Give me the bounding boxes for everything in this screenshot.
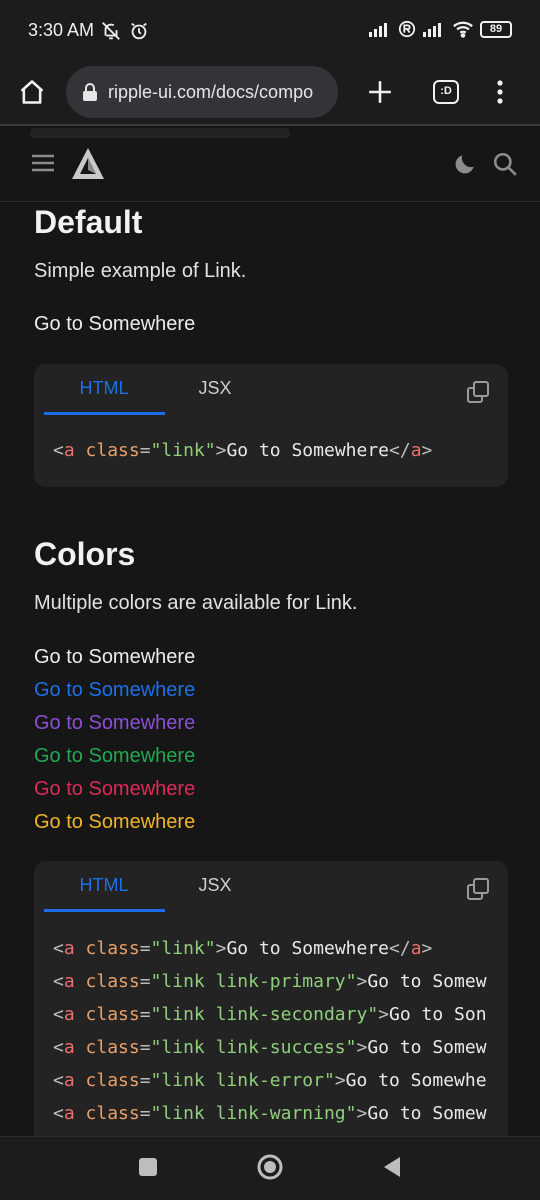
active-tab-indicator — [44, 412, 165, 415]
copy-icon — [467, 381, 489, 403]
section-heading-colors: Colors — [34, 536, 136, 572]
browser-toolbar: ripple-ui.com/docs/compo :D — [0, 62, 540, 124]
lock-icon — [83, 83, 97, 101]
circle-icon — [257, 1154, 283, 1180]
copy-button[interactable] — [466, 877, 490, 906]
registered-icon — [398, 20, 416, 38]
example-link-color[interactable]: Go to Somewhere — [34, 641, 195, 674]
search-icon — [493, 152, 517, 176]
code-class-value: link link-primary — [161, 971, 346, 992]
code-line: <a class="link link-secondary">Go to Son — [53, 1004, 487, 1025]
code-block-colors: HTML JSX <a class="link">Go to Somewhere… — [34, 861, 508, 1151]
code-text: Go to Somewhere — [226, 938, 390, 959]
browser-menu-button[interactable] — [480, 72, 520, 112]
code-text: Go to Somew — [367, 1103, 487, 1124]
code-block-default: HTML JSX <a class="link">Go to Somewhere… — [34, 364, 508, 487]
code-line: <a class="link">Go to Somewhere</a> — [53, 938, 433, 959]
ripple-logo-icon — [72, 148, 104, 179]
section-description-colors: Multiple colors are available for Link. — [34, 592, 358, 614]
tab-html[interactable]: HTML — [44, 378, 164, 399]
code-line: <a class="link link-warning">Go to Somew — [53, 1103, 487, 1124]
signal-icon-2 — [423, 23, 441, 37]
muted-bell-icon — [102, 22, 120, 40]
active-tab-indicator — [44, 909, 165, 912]
tabs-count: :D — [433, 80, 459, 104]
more-vertical-icon — [497, 80, 503, 104]
theme-toggle-button[interactable] — [452, 151, 478, 182]
copy-icon — [467, 878, 489, 900]
code-text: Go to Somewhe — [345, 1070, 487, 1091]
menu-button[interactable] — [30, 152, 56, 179]
code-text: Go to Somewhere — [226, 440, 390, 461]
code-class-value: link link-success — [161, 1037, 346, 1058]
status-right-icons: 89 — [368, 20, 512, 38]
back-button[interactable] — [382, 1155, 402, 1184]
code-class-value: link link-warning — [161, 1103, 346, 1124]
example-link-color[interactable]: Go to Somewhere — [34, 707, 195, 740]
code-line: <a class="link">Go to Somewhere</a> — [53, 440, 433, 461]
new-tab-button[interactable] — [360, 72, 400, 112]
alarm-icon — [131, 22, 147, 40]
code-class-value: link link-error — [161, 1070, 324, 1091]
status-left-icons — [100, 20, 150, 42]
tabs-button[interactable]: :D — [426, 72, 466, 112]
code-line: <a class="link link-primary">Go to Somew — [53, 971, 487, 992]
url-text: ripple-ui.com/docs/compo — [108, 81, 314, 102]
example-link-color[interactable]: Go to Somewhere — [34, 674, 195, 707]
square-icon — [139, 1158, 157, 1176]
search-button[interactable] — [492, 151, 518, 182]
url-bar[interactable]: ripple-ui.com/docs/compo — [66, 66, 338, 118]
example-link-color[interactable]: Go to Somewhere — [34, 773, 195, 806]
recents-button[interactable] — [138, 1157, 158, 1182]
color-links-list: Go to Somewhere Go to Somewhere Go to Some… — [34, 641, 195, 839]
code-text: Go to Son — [389, 1004, 487, 1025]
example-link-color[interactable]: Go to Somewhere — [34, 740, 195, 773]
example-link-color[interactable]: Go to Somewhere — [34, 806, 195, 839]
code-line: <a class="link link-error">Go to Somewhe — [53, 1070, 487, 1091]
hamburger-icon — [32, 154, 54, 172]
code-text: Go to Somew — [367, 971, 487, 992]
code-class-value: link link-secondary — [161, 1004, 368, 1025]
copy-button[interactable] — [466, 380, 490, 409]
wifi-icon — [453, 21, 473, 38]
code-class-value: link — [161, 938, 205, 959]
plus-icon — [369, 81, 391, 103]
tab-jsx[interactable]: JSX — [155, 875, 275, 896]
code-line: <a class="link link-success">Go to Somew — [53, 1037, 487, 1058]
code-class-value: link — [161, 440, 205, 461]
status-bar: 3:30 AM 89 — [0, 0, 540, 62]
section-heading-default: Default — [34, 204, 143, 240]
section-description-default: Simple example of Link. — [34, 260, 247, 282]
tab-jsx[interactable]: JSX — [155, 378, 275, 399]
site-header — [0, 126, 540, 202]
site-logo[interactable] — [70, 146, 106, 187]
home-button[interactable] — [12, 72, 52, 112]
tab-html[interactable]: HTML — [44, 875, 164, 896]
code-text: Go to Somew — [367, 1037, 487, 1058]
home-nav-button[interactable] — [256, 1153, 284, 1186]
home-icon — [20, 80, 44, 104]
moon-icon — [455, 155, 474, 174]
example-link-default[interactable]: Go to Somewhere — [34, 313, 195, 336]
status-time: 3:30 AM — [28, 20, 95, 40]
system-nav-bar — [0, 1136, 540, 1200]
battery-icon: 89 — [480, 20, 512, 38]
scrolled-content-fade — [30, 128, 290, 138]
back-triangle-icon — [384, 1157, 400, 1177]
signal-icon — [369, 23, 387, 37]
